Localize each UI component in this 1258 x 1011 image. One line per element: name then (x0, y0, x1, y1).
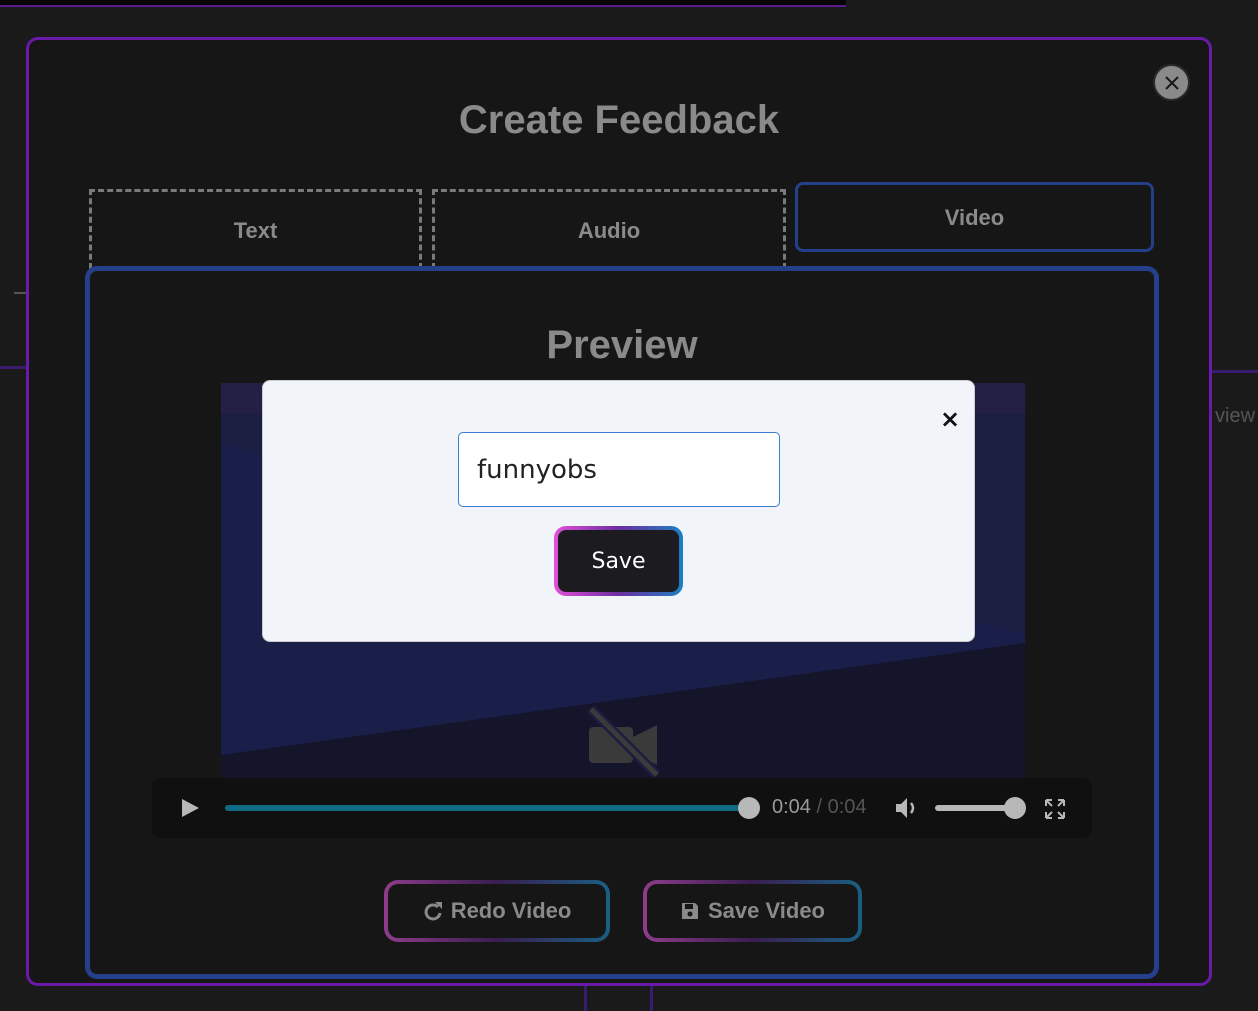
time-display: 0:04 / 0:04 (772, 796, 867, 819)
preview-title: Preview (546, 323, 698, 367)
volume-icon[interactable] (894, 795, 920, 821)
fullscreen-icon[interactable] (1043, 797, 1067, 821)
tab-label: Video (944, 205, 1005, 230)
recording-name-input[interactable] (458, 432, 780, 507)
dialog-save-label: Save (558, 530, 679, 592)
close-icon (1164, 75, 1179, 90)
modal-close-button[interactable] (1153, 64, 1190, 101)
play-icon[interactable] (180, 798, 200, 818)
progress-thumb[interactable] (738, 797, 760, 819)
background-side-text: view (1215, 405, 1256, 427)
background-divider (1212, 370, 1258, 373)
save-video-button[interactable]: Save Video (643, 880, 862, 942)
redo-video-button[interactable]: Redo Video (384, 880, 610, 942)
redo-video-button-inner: Redo Video (388, 884, 606, 938)
redo-video-label: Redo Video (450, 898, 572, 923)
progress-bar[interactable] (225, 805, 748, 811)
tab-label: Audio (577, 217, 641, 243)
time-separator: / (810, 796, 828, 818)
background-divider (584, 986, 587, 1011)
tab-video[interactable]: Video (795, 182, 1154, 252)
name-dialog: × Save (262, 380, 975, 642)
volume-slider[interactable] (935, 805, 1015, 811)
tab-label: Text (233, 217, 278, 243)
redo-icon (424, 902, 442, 921)
tab-text[interactable]: Text (89, 189, 422, 269)
duration: 0:04 (827, 796, 867, 818)
save-video-button-inner: Save Video (647, 884, 858, 938)
save-video-label: Save Video (708, 898, 825, 923)
tab-audio[interactable]: Audio (432, 189, 786, 269)
volume-thumb[interactable] (1004, 797, 1026, 819)
dialog-save-button[interactable]: Save (554, 526, 683, 596)
floppy-disk-icon (682, 903, 698, 919)
camera-off-icon (587, 705, 661, 778)
video-controls: 0:04 / 0:04 (152, 778, 1092, 838)
background-divider (0, 366, 26, 369)
top-strip (0, 0, 846, 7)
modal-title: Create Feedback (458, 98, 780, 142)
dialog-close-button[interactable]: × (940, 405, 960, 433)
background-divider (650, 986, 653, 1011)
current-time: 0:04 (772, 796, 811, 818)
